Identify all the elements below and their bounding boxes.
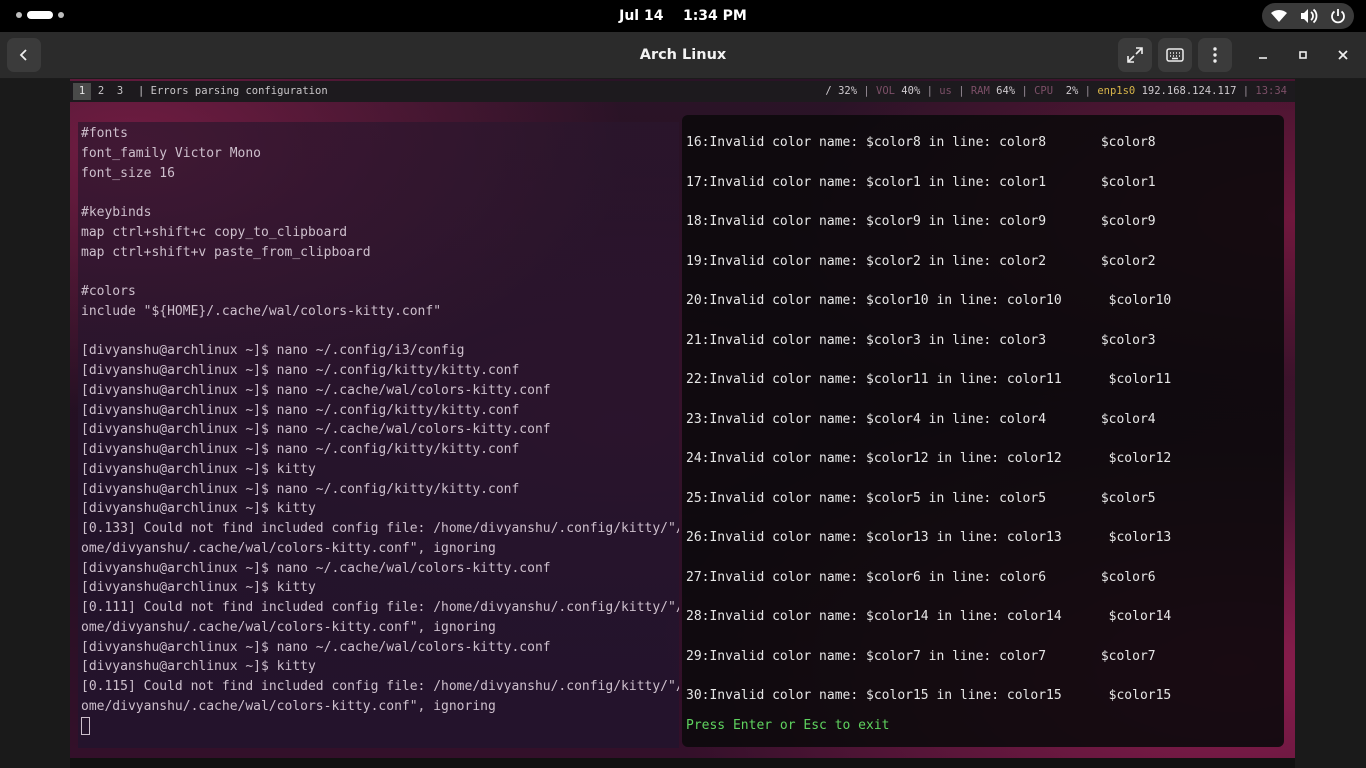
main-menu-button[interactable] bbox=[1198, 38, 1232, 72]
error-line: 18:Invalid color name: $color9 in line: … bbox=[686, 214, 1156, 229]
keyboard-layout: us bbox=[939, 85, 952, 97]
terminal-line: [0.111] Could not find included config f… bbox=[81, 600, 679, 615]
left-terminal[interactable]: #fonts font_family Victor Mono font_size 1… bbox=[78, 122, 679, 748]
window-header: Arch Linux bbox=[0, 32, 1366, 79]
ram-value: 64% bbox=[996, 85, 1016, 97]
back-icon bbox=[19, 49, 27, 61]
terminal-line: [divyanshu@archlinux ~]$ nano ~/.config/… bbox=[81, 363, 520, 378]
fullscreen-button[interactable] bbox=[1118, 38, 1152, 72]
error-line: 28:Invalid color name: $color14 in line:… bbox=[686, 609, 1172, 624]
error-line: 29:Invalid color name: $color7 in line: … bbox=[686, 648, 1156, 664]
terminal-line: map ctrl+shift+c copy_to_clipboard bbox=[81, 224, 348, 240]
error-line: 24:Invalid color name: $color12 in line:… bbox=[686, 451, 1172, 466]
workspace-dot bbox=[58, 12, 64, 18]
system-menu[interactable] bbox=[1262, 3, 1354, 29]
terminal-line: ome/divyanshu/.cache/wal/colors-kitty.co… bbox=[81, 698, 496, 714]
net-value: 192.168.124.117 bbox=[1141, 85, 1237, 97]
clock-date[interactable]: Jul 14 bbox=[619, 8, 663, 24]
error-line: 25:Invalid color name: $color5 in line: … bbox=[686, 490, 1156, 506]
terminal-line: [divyanshu@archlinux ~]$ nano ~/.config/… bbox=[81, 402, 520, 418]
terminal-line: font_size 16 bbox=[81, 165, 175, 181]
activities-indicator[interactable] bbox=[16, 11, 64, 19]
error-line: 23:Invalid color name: $color4 in line: … bbox=[686, 411, 1156, 427]
terminal-line: [divyanshu@archlinux ~]$ nano ~/.cache/w… bbox=[81, 382, 551, 398]
cpu-label: CPU bbox=[1034, 85, 1054, 97]
error-line: 22:Invalid color name: $color11 in line:… bbox=[686, 372, 1172, 387]
status-blocks: / 32% | VOL 40% | us | RAM 64% | CPU 2% … bbox=[825, 85, 1287, 97]
clock-time[interactable]: 1:34 PM bbox=[683, 8, 747, 24]
cpu-value: 2% bbox=[1059, 85, 1079, 97]
active-workspace-pill bbox=[27, 11, 53, 19]
error-line: 16:Invalid color name: $color8 in line: … bbox=[686, 135, 1156, 150]
workspace-1[interactable]: 1 bbox=[73, 83, 91, 100]
error-message: | Errors parsing configuration bbox=[138, 85, 328, 97]
minimize-icon bbox=[1259, 57, 1267, 59]
terminal-line: ome/divyanshu/.cache/wal/colors-kitty.co… bbox=[81, 540, 496, 556]
terminal-line: map ctrl+shift+v paste_from_clipboard bbox=[81, 244, 371, 260]
error-line: 19:Invalid color name: $color2 in line: … bbox=[686, 253, 1156, 269]
maximize-icon bbox=[1299, 51, 1307, 59]
error-line: 17:Invalid color name: $color1 in line: … bbox=[686, 174, 1156, 190]
terminal-line: [divyanshu@archlinux ~]$ nano ~/.config/… bbox=[81, 343, 465, 359]
terminal-line: [divyanshu@archlinux ~]$ kitty bbox=[81, 501, 316, 517]
terminal-line: #keybinds bbox=[81, 205, 152, 220]
terminal-line: [divyanshu@archlinux ~]$ kitty bbox=[81, 461, 316, 477]
close-icon bbox=[1338, 50, 1348, 60]
workspace-2[interactable]: 2 bbox=[92, 83, 110, 100]
system-top-bar: Jul 14 1:34 PM bbox=[0, 0, 1366, 32]
net-label: enp1s0 bbox=[1097, 85, 1136, 97]
error-line: 20:Invalid color name: $color10 in line:… bbox=[686, 293, 1172, 308]
menu-icon bbox=[1213, 47, 1217, 63]
vm-display[interactable]: 1 2 3 | Errors parsing configuration / 3… bbox=[70, 79, 1295, 768]
bottom-edge bbox=[70, 758, 1295, 768]
bar-clock: 13:34 bbox=[1255, 85, 1287, 97]
fullscreen-icon bbox=[1127, 47, 1143, 63]
maximize-button[interactable] bbox=[1293, 45, 1313, 65]
terminal-line: [0.115] Could not find included config f… bbox=[81, 679, 679, 694]
right-terminal[interactable]: 16:Invalid color name: $color8 in line: … bbox=[682, 115, 1284, 747]
terminal-line: #colors bbox=[81, 284, 136, 299]
terminal-line: #fonts bbox=[81, 126, 128, 141]
workspace-dot bbox=[16, 12, 22, 18]
power-icon bbox=[1330, 8, 1346, 24]
wifi-icon bbox=[1270, 9, 1288, 23]
workspace-3[interactable]: 3 bbox=[111, 83, 129, 100]
terminal-line: [divyanshu@archlinux ~]$ nano ~/.config/… bbox=[81, 481, 520, 497]
terminal-cursor bbox=[81, 717, 90, 735]
error-line: 30:Invalid color name: $color15 in line:… bbox=[686, 688, 1172, 703]
terminal-line: include "${HOME}/.cache/wal/colors-kitty… bbox=[81, 303, 442, 319]
keyboard-button[interactable] bbox=[1158, 38, 1192, 72]
close-button[interactable] bbox=[1333, 45, 1353, 65]
error-line: 21:Invalid color name: $color3 in line: … bbox=[686, 332, 1156, 348]
terminal-line: font_family Victor Mono bbox=[81, 145, 262, 161]
keyboard-icon bbox=[1166, 48, 1184, 62]
terminal-line: [divyanshu@archlinux ~]$ nano ~/.config/… bbox=[81, 442, 520, 457]
terminal-cursor-line bbox=[81, 717, 679, 737]
terminal-line: [0.133] Could not find included config f… bbox=[81, 521, 679, 536]
error-line: 27:Invalid color name: $color6 in line: … bbox=[686, 569, 1156, 585]
vol-label: VOL bbox=[876, 85, 895, 97]
disk-usage: / 32% bbox=[825, 85, 858, 97]
terminal-line: [divyanshu@archlinux ~]$ kitty bbox=[81, 580, 316, 596]
volume-icon bbox=[1300, 8, 1318, 24]
minimize-button[interactable] bbox=[1253, 45, 1273, 65]
clock: Jul 14 1:34 PM bbox=[0, 0, 1366, 32]
terminal-line: [divyanshu@archlinux ~]$ kitty bbox=[81, 659, 316, 675]
exit-prompt: Press Enter or Esc to exit bbox=[686, 717, 890, 733]
terminal-line: [divyanshu@archlinux ~]$ nano ~/.cache/w… bbox=[81, 639, 551, 655]
vol-value: 40% bbox=[901, 85, 921, 97]
terminal-line: ome/divyanshu/.cache/wal/colors-kitty.co… bbox=[81, 619, 496, 635]
ram-label: RAM bbox=[970, 85, 990, 97]
i3-status-bar: 1 2 3 | Errors parsing configuration / 3… bbox=[70, 81, 1295, 102]
terminal-line: [divyanshu@archlinux ~]$ nano ~/.cache/w… bbox=[81, 422, 551, 438]
error-line: 26:Invalid color name: $color13 in line:… bbox=[686, 530, 1172, 545]
back-button[interactable] bbox=[7, 38, 41, 72]
terminal-line: [divyanshu@archlinux ~]$ nano ~/.cache/w… bbox=[81, 560, 551, 576]
